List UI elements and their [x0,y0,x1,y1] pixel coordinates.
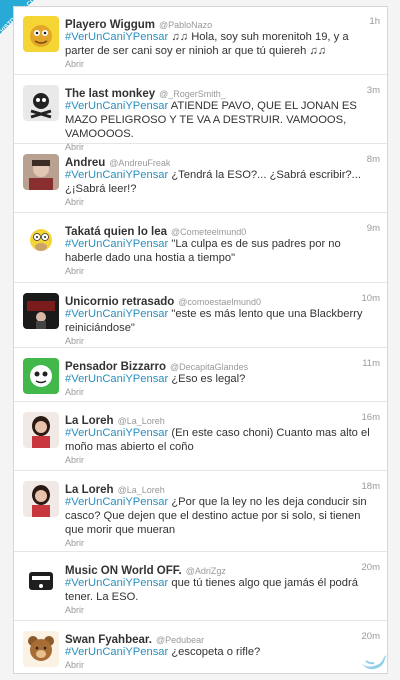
open-tweet-link[interactable]: Abrir [65,660,380,670]
photo-avatar-icon[interactable] [23,154,59,190]
concert-avatar-icon[interactable] [23,293,59,329]
yellow-cartoon-avatar-icon[interactable] [23,16,59,52]
hashtag-link[interactable]: #VerUnCaniYPensar [65,496,168,508]
tweet-text: #VerUnCaniYPensar (En este caso choni) C… [65,427,370,453]
hashtag-link[interactable]: #VerUnCaniYPensar [65,646,168,658]
tweet-author-handle[interactable]: @_RogerSmith_ [159,89,226,99]
hashtag-link[interactable]: #VerUnCaniYPensar [65,577,168,589]
tweet-text: #VerUnCaniYPensar ¿Tendrá la ESO?... ¿Sa… [65,169,361,195]
tweet-author-handle[interactable]: @AdriZgz [186,566,226,576]
hashtag-link[interactable]: #VerUnCaniYPensar [65,100,168,112]
tweet-author-name[interactable]: Andreu [65,157,105,169]
hashtag-link[interactable]: #VerUnCaniYPensar [65,169,168,181]
tweet-item[interactable]: La Loreh @La_Loreh 16m #VerUnCaniYPensar (… [14,403,387,471]
tweet-timestamp[interactable]: 16m [362,412,380,423]
woman-avatar-icon[interactable] [23,412,59,448]
tweet-item[interactable]: The last monkey @_RogerSmith_ 3m #VerUnCan… [14,76,387,152]
tweet-timestamp[interactable]: 11m [362,358,380,369]
hashtag-link[interactable]: #VerUnCaniYPensar [65,308,168,320]
open-tweet-link[interactable]: Abrir [65,387,380,397]
tweet-item[interactable]: Playero Wiggum @PabloNazo 1h #VerUnCaniYPe… [14,7,387,75]
tweet-author-name[interactable]: La Loreh [65,415,114,427]
tweet-timestamp[interactable]: 8m [367,154,380,165]
tweet-author-handle[interactable]: @La_Loreh [118,485,165,495]
tweet-text: #VerUnCaniYPensar ¿escopeta o rifle? [65,646,261,658]
music-avatar-icon[interactable] [23,562,59,598]
tweet-author-handle[interactable]: @La_Loreh [118,416,165,426]
tweet-author-name[interactable]: Unicornio retrasado [65,296,174,308]
tweet-item[interactable]: Takatá quien lo lea @Cometeelmund0 9m #Ver… [14,214,387,283]
tweet-author-handle[interactable]: @comoestaelmund0 [178,297,261,307]
hashtag-link[interactable]: #VerUnCaniYPensar [65,373,168,385]
tweet-author-name[interactable]: Swan Fyahbear. [65,634,152,646]
tweet-text: #VerUnCaniYPensar ATIENDE PAVO, QUE EL J… [65,100,357,140]
tweet-author-name[interactable]: Playero Wiggum [65,19,155,31]
tweet-timestamp[interactable]: 20m [362,562,380,573]
open-tweet-link[interactable]: Abrir [65,538,380,548]
tweet-item[interactable]: La Loreh @La_Loreh 18m #VerUnCaniYPensar ¿… [14,472,387,552]
tweet-item[interactable]: Unicornio retrasado @comoestaelmund0 10m #… [14,284,387,348]
hashtag-link[interactable]: #VerUnCaniYPensar [65,427,168,439]
tweet-timestamp[interactable]: 1h [369,16,380,27]
tweet-item[interactable]: Andreu @AndreuFreak 8m #VerUnCaniYPensar ¿… [14,145,387,213]
tweet-timestamp[interactable]: 10m [362,293,380,304]
open-tweet-link[interactable]: Abrir [65,266,380,276]
open-tweet-link[interactable]: Abrir [65,336,380,346]
tweet-item[interactable]: Pensador Bizzarro @DecapitaGlandes 11m #Ve… [14,349,387,402]
tweet-author-name[interactable]: Pensador Bizzarro [65,361,166,373]
tweet-text: #VerUnCaniYPensar "este es más lento que… [65,308,363,334]
tweet-timestamp[interactable]: 18m [362,481,380,492]
tweet-author-name[interactable]: The last monkey [65,88,155,100]
tweet-author-handle[interactable]: @Cometeelmund0 [171,227,246,237]
tweet-author-handle[interactable]: @AndreuFreak [109,158,170,168]
tweet-author-name[interactable]: La Loreh [65,484,114,496]
tweet-text: #VerUnCaniYPensar "La culpa es de sus pa… [65,238,341,264]
tweet-author-handle[interactable]: @Pedubear [156,635,204,645]
twitter-bird-icon [362,655,387,670]
homer-avatar-icon[interactable] [23,223,59,259]
open-tweet-link[interactable]: Abrir [65,605,380,615]
tweet-author-name[interactable]: Takatá quien lo lea [65,226,167,238]
tweet-timestamp[interactable]: 9m [367,223,380,234]
woman-avatar-icon[interactable] [23,481,59,517]
tweet-item[interactable]: Swan Fyahbear. @Pedubear 20m #VerUnCaniYPe… [14,622,387,673]
tweet-author-name[interactable]: Music ON World OFF. [65,565,182,577]
tweet-author-handle[interactable]: @DecapitaGlandes [170,362,248,372]
tweet-item[interactable]: Music ON World OFF. @AdriZgz 20m #VerUnCan… [14,553,387,621]
tweet-timestamp[interactable]: 20m [362,631,380,642]
bear-avatar-icon[interactable] [23,631,59,667]
open-tweet-link[interactable]: Abrir [65,197,380,207]
pirate-skull-avatar-icon[interactable] [23,85,59,121]
tweet-text: #VerUnCaniYPensar ¿Por que la ley no les… [65,496,367,536]
tweet-text: #VerUnCaniYPensar que tú tienes algo que… [65,577,358,603]
tweet-author-handle[interactable]: @PabloNazo [159,20,212,30]
hashtag-link[interactable]: #VerUnCaniYPensar [65,31,168,43]
tweet-timestamp[interactable]: 3m [367,85,380,96]
open-tweet-link[interactable]: Abrir [65,455,380,465]
tweet-timeline: Playero Wiggum @PabloNazo 1h #VerUnCaniYPe… [13,6,388,674]
open-tweet-link[interactable]: Abrir [65,59,380,69]
green-cartoon-avatar-icon[interactable] [23,358,59,394]
hashtag-link[interactable]: #VerUnCaniYPensar [65,238,168,250]
tweet-text: #VerUnCaniYPensar ♫♫ Hola, soy suh moren… [65,31,349,57]
tweet-text: #VerUnCaniYPensar ¿Eso es legal? [65,373,246,385]
